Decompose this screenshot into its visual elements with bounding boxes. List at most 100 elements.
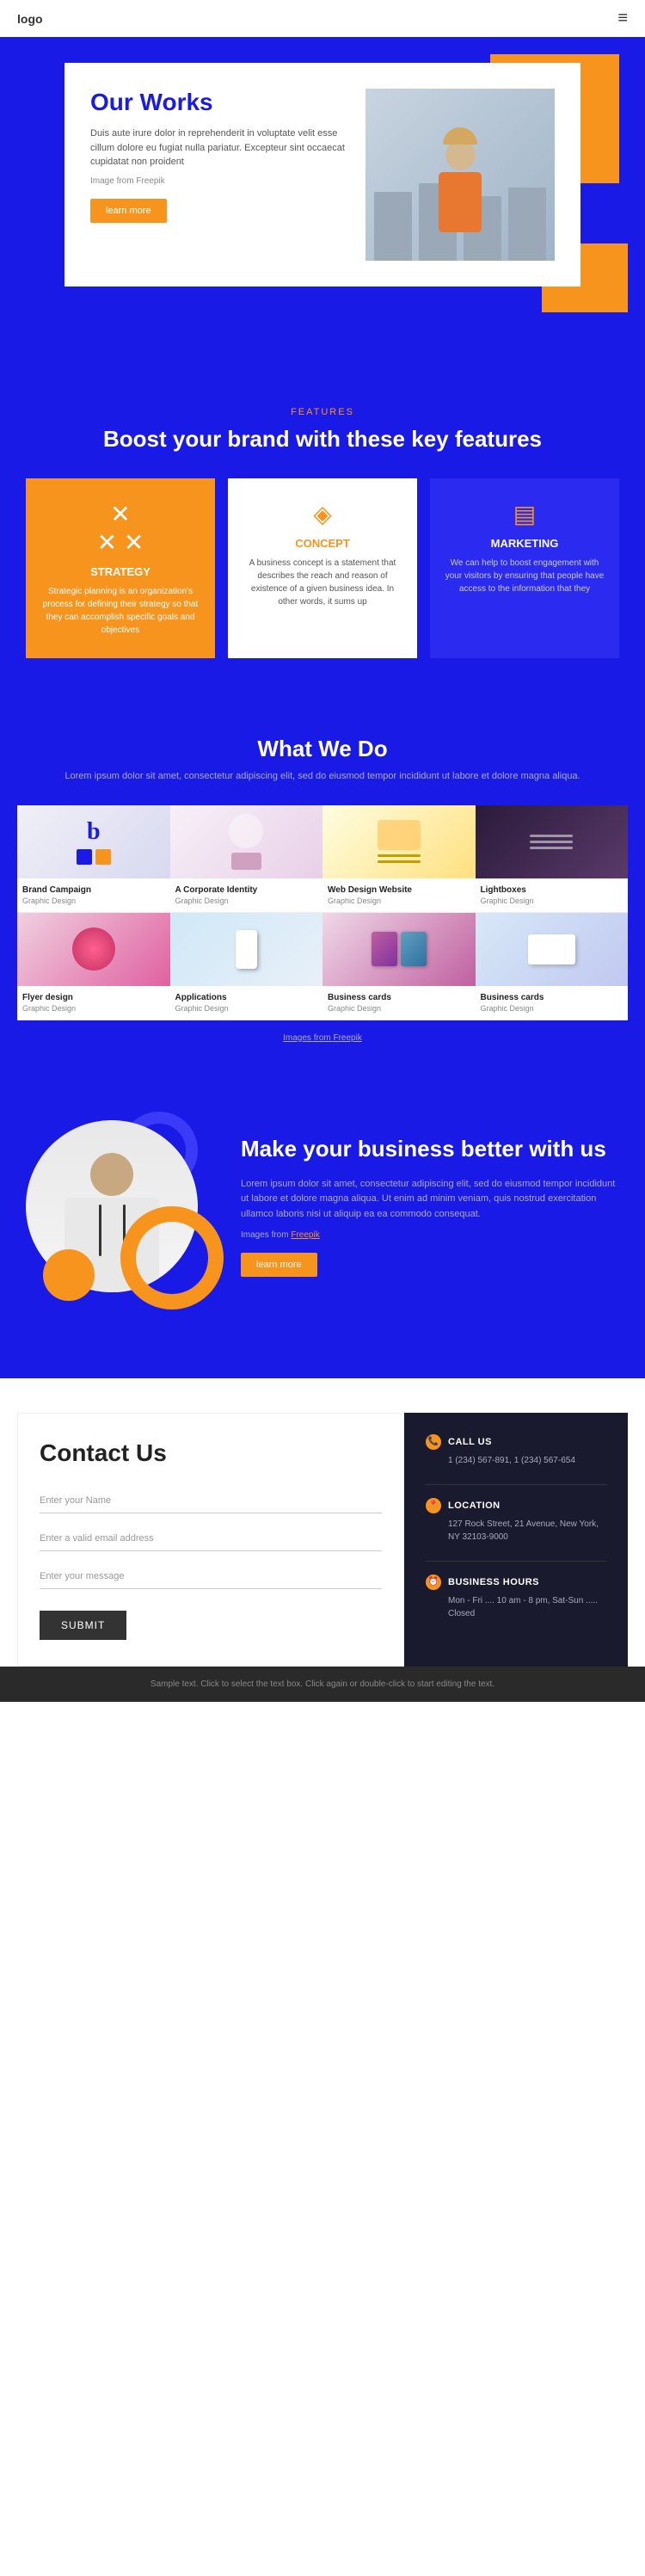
thumb-line-4a <box>530 835 573 837</box>
business-text: Make your business better with us Lorem … <box>241 1135 619 1278</box>
thumb-line-3a <box>378 854 421 857</box>
info-divider-1 <box>426 1484 606 1485</box>
info-block-location: 📍 LOCATION 127 Rock Street, 21 Avenue, N… <box>426 1498 606 1544</box>
portfolio-info-1: Brand Campaign Graphic Design <box>17 878 170 913</box>
info-block-call: 📞 CALL US 1 (234) 567-891, 1 (234) 567-6… <box>426 1434 606 1467</box>
portfolio-name-7: Business cards <box>328 993 470 1002</box>
business-description: Lorem ipsum dolor sit amet, consectetur … <box>241 1177 619 1223</box>
features-label: FEATURES <box>26 407 619 417</box>
portfolio-item-brand-campaign[interactable]: b Brand Campaign Graphic Design <box>17 805 170 913</box>
portfolio-info-2: A Corporate Identity Graphic Design <box>170 878 323 913</box>
portfolio-item-business-cards-2[interactable]: Business cards Graphic Design <box>476 913 629 1020</box>
hero-photo <box>366 89 555 261</box>
marketing-title: MARKETING <box>443 537 606 550</box>
concept-icon: ◈ <box>241 500 404 528</box>
hours-label: ⏰ BUSINESS HOURS <box>426 1575 606 1590</box>
portfolio-name-2: A Corporate Identity <box>175 885 318 895</box>
portfolio-thumb-1: b <box>17 805 170 878</box>
business-cta-button[interactable]: learn more <box>241 1253 317 1277</box>
portfolio-cat-7: Graphic Design <box>328 1004 470 1013</box>
location-label: 📍 LOCATION <box>426 1498 606 1513</box>
portfolio-name-1: Brand Campaign <box>22 885 165 895</box>
business-freepik-link[interactable]: Freepik <box>291 1230 319 1240</box>
thumb-content-8 <box>476 913 629 986</box>
mini-card-7b <box>401 932 427 966</box>
bg-person-1 <box>374 192 412 261</box>
portfolio-name-8: Business cards <box>481 993 624 1002</box>
thumb-shape-2 <box>229 814 263 848</box>
thumb-line-4b <box>530 841 573 843</box>
thumb-shape-3 <box>378 820 421 850</box>
portfolio-name-4: Lightboxes <box>481 885 624 895</box>
brand-block-2 <box>95 849 111 865</box>
portfolio-cat-8: Graphic Design <box>481 1004 624 1013</box>
thumb-content-3 <box>322 805 476 878</box>
orange-dot <box>43 1249 95 1301</box>
call-value: 1 (234) 567-891, 1 (234) 567-654 <box>426 1454 606 1467</box>
marketing-text: We can help to boost engagement with you… <box>443 557 606 595</box>
contact-name-input[interactable] <box>40 1488 382 1513</box>
hero-card: Our Works Duis aute irure dolor in repre… <box>64 63 580 287</box>
contact-message-input[interactable] <box>40 1564 382 1589</box>
features-title: Boost your brand with these key features <box>26 426 619 453</box>
what-we-do-section: What We Do Lorem ipsum dolor sit amet, c… <box>0 701 645 1077</box>
marketing-icon: ▤ <box>443 500 606 528</box>
portfolio-name-5: Flyer design <box>22 993 165 1002</box>
hero-cta-button[interactable]: learn more <box>90 199 167 223</box>
what-we-do-title: What We Do <box>17 736 628 762</box>
contact-section: Contact Us SUBMIT 📞 CALL US 1 (234) 567-… <box>0 1378 645 1667</box>
portfolio-info-6: Applications Graphic Design <box>170 986 323 1020</box>
portfolio-item-applications[interactable]: Applications Graphic Design <box>170 913 323 1020</box>
strategy-title: STRATEGY <box>39 565 202 578</box>
thumb-lines-4 <box>530 835 573 849</box>
portfolio-item-business-cards-1[interactable]: Business cards Graphic Design <box>322 913 476 1020</box>
brand-block-1 <box>77 849 92 865</box>
business-inner: Make your business better with us Lorem … <box>26 1120 619 1292</box>
contact-email-input[interactable] <box>40 1526 382 1551</box>
logo: logo <box>17 12 43 26</box>
call-label: 📞 CALL US <box>426 1434 606 1450</box>
portfolio-thumb-3 <box>322 805 476 878</box>
contact-info: 📞 CALL US 1 (234) 567-891, 1 (234) 567-6… <box>404 1413 628 1667</box>
thumb-content-5 <box>17 913 170 986</box>
concept-title: CONCEPT <box>241 537 404 550</box>
hours-value: Mon - Fri .... 10 am - 8 pm, Sat-Sun ...… <box>426 1594 606 1620</box>
feature-card-concept: ◈ CONCEPT A business concept is a statem… <box>228 478 417 658</box>
suspender-left <box>99 1205 101 1256</box>
hero-image <box>366 89 555 261</box>
portfolio-cat-5: Graphic Design <box>22 1004 165 1013</box>
portfolio-item-flyer[interactable]: Flyer design Graphic Design <box>17 913 170 1020</box>
menu-icon[interactable]: ≡ <box>617 9 628 28</box>
portfolio-freepik-link[interactable]: Images from Freepik <box>283 1033 362 1043</box>
portfolio-item-lightboxes[interactable]: Lightboxes Graphic Design <box>476 805 629 913</box>
portfolio-info-8: Business cards Graphic Design <box>476 986 629 1020</box>
business-section: Make your business better with us Lorem … <box>0 1077 645 1378</box>
portfolio-thumb-6 <box>170 913 323 986</box>
bg-person-4 <box>508 188 546 261</box>
thumb-card-8 <box>528 934 575 964</box>
features-section: FEATURES Boost your brand with these key… <box>0 364 645 701</box>
header: logo ≡ <box>0 0 645 37</box>
portfolio-info-5: Flyer design Graphic Design <box>17 986 170 1020</box>
portfolio-info-7: Business cards Graphic Design <box>322 986 476 1020</box>
portfolio-image-credit: Images from Freepik <box>17 1033 628 1043</box>
woman-head <box>445 140 476 170</box>
hero-text: Our Works Duis aute irure dolor in repre… <box>90 89 348 261</box>
info-divider-2 <box>426 1561 606 1562</box>
thumb-content-1: b <box>17 805 170 878</box>
hero-section: Our Works Duis aute irure dolor in repre… <box>0 37 645 364</box>
contact-form-wrap: Contact Us SUBMIT <box>17 1413 404 1667</box>
thumb-content-7 <box>322 913 476 986</box>
hero-description: Duis aute irure dolor in reprehenderit i… <box>90 126 348 169</box>
circle-orange-ring <box>120 1206 224 1310</box>
business-image-credit: Images from Freepik <box>241 1230 619 1240</box>
thumb-content-6 <box>170 913 323 986</box>
portfolio-item-web-design[interactable]: Web Design Website Graphic Design <box>322 805 476 913</box>
portfolio-item-corporate-identity[interactable]: A Corporate Identity Graphic Design <box>170 805 323 913</box>
business-title: Make your business better with us <box>241 1135 619 1164</box>
thumb-content-2 <box>170 805 323 878</box>
info-block-hours: ⏰ BUSINESS HOURS Mon - Fri .... 10 am - … <box>426 1575 606 1620</box>
portfolio-grid: b Brand Campaign Graphic Design <box>17 805 628 1020</box>
contact-submit-button[interactable]: SUBMIT <box>40 1611 126 1640</box>
strategy-text: Strategic planning is an organization's … <box>39 585 202 637</box>
